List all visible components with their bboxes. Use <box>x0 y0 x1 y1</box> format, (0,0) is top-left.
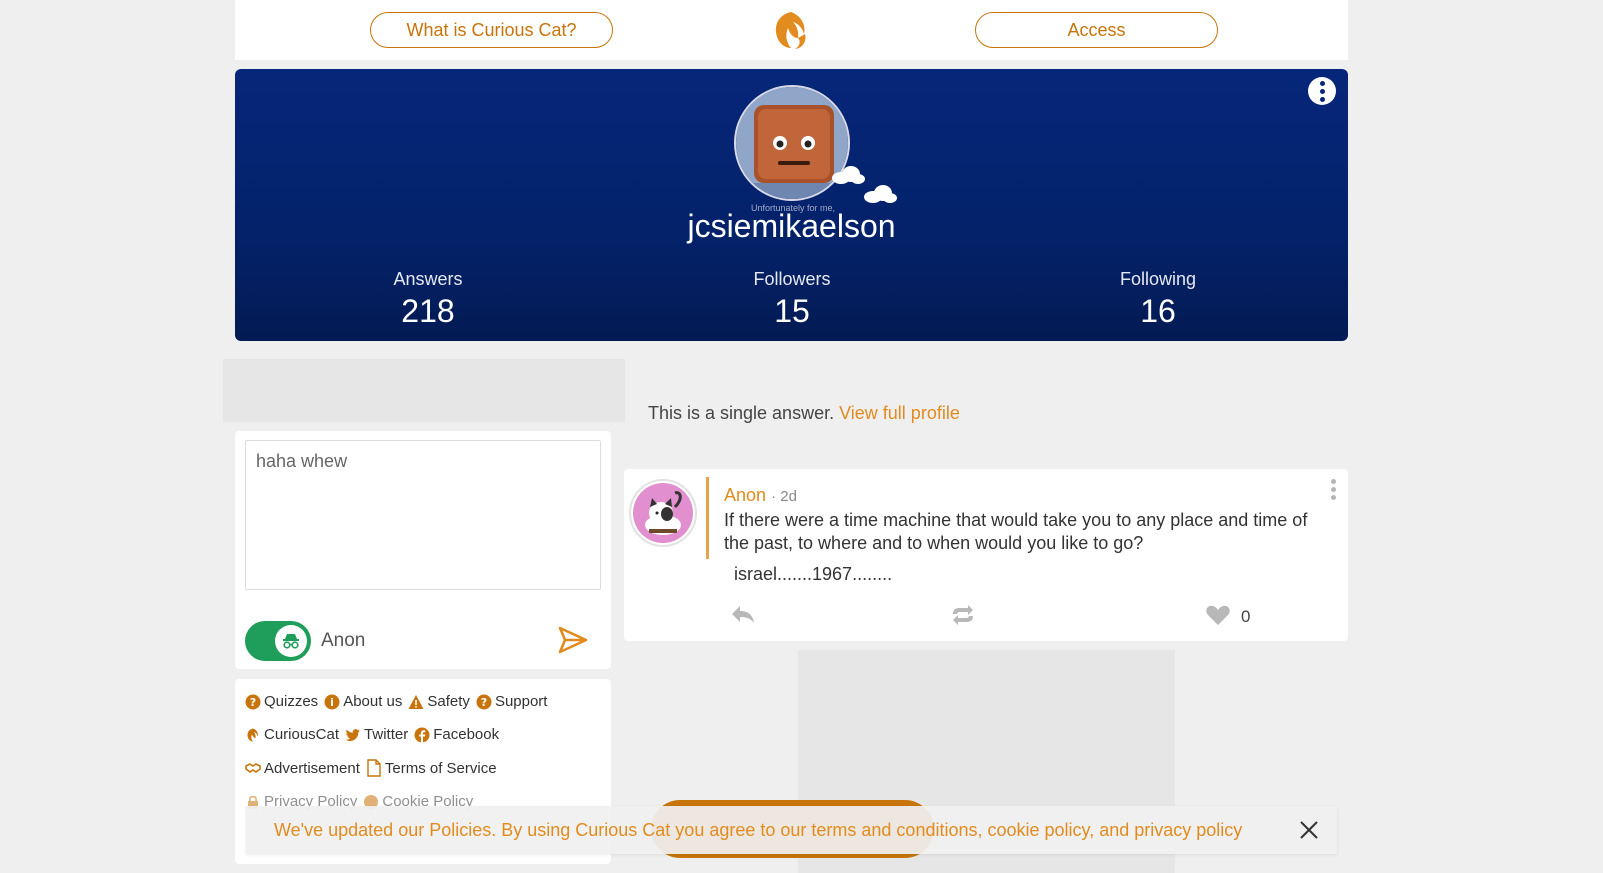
profile-header: Unfortunately for me, jcsiemikaelson Ans… <box>235 69 1348 341</box>
svg-text:i: i <box>330 696 334 709</box>
asker-name[interactable]: Anon <box>724 485 766 505</box>
handshake-icon <box>245 763 261 773</box>
anon-label: Anon <box>321 630 366 651</box>
stat-following[interactable]: Following 16 <box>1058 269 1258 330</box>
answer-card: Anon · 2d If there were a time machine t… <box>624 469 1348 641</box>
question-divider <box>706 477 709 559</box>
incognito-icon <box>275 625 307 657</box>
stat-label: Followers <box>753 269 831 289</box>
support-link[interactable]: ? Support <box>476 693 547 710</box>
stat-answers[interactable]: Answers 218 <box>328 269 528 330</box>
twitter-icon <box>345 728 361 741</box>
single-answer-text: This is a single answer. <box>648 403 835 423</box>
svg-text:?: ? <box>250 696 256 709</box>
stat-value: 218 <box>401 293 455 329</box>
about-us-link[interactable]: i About us <box>324 693 402 710</box>
warning-icon <box>408 694 424 709</box>
ad-placeholder <box>223 359 625 422</box>
stat-value: 16 <box>1140 293 1176 329</box>
repost-icon[interactable] <box>950 604 976 626</box>
policy-banner-text: We've updated our Policies. By using Cur… <box>274 819 1243 840</box>
like-count: 0 <box>1241 607 1251 626</box>
single-answer-note: This is a single answer. View full profi… <box>648 403 960 424</box>
reply-icon[interactable] <box>730 604 756 626</box>
stat-value: 15 <box>774 293 810 329</box>
cloud-decoration <box>864 185 897 203</box>
facebook-icon <box>414 727 430 743</box>
profile-more-icon[interactable] <box>1308 77 1336 105</box>
document-icon <box>367 759 381 777</box>
cloud-decoration <box>832 166 865 184</box>
curiouscat-logo-icon <box>247 727 258 742</box>
stat-label: Answers <box>393 269 463 289</box>
policy-banner: We've updated our Policies. By using Cur… <box>246 806 1337 854</box>
twitter-link[interactable]: Twitter <box>345 726 408 743</box>
svg-text:?: ? <box>481 696 487 709</box>
post-more-icon[interactable] <box>1331 479 1336 500</box>
safety-link[interactable]: Safety <box>408 693 470 710</box>
terms-of-service-link[interactable]: Terms of Service <box>366 759 497 777</box>
links-row: Advertisement Terms of Service <box>245 759 601 777</box>
question-circle-icon: ? <box>245 694 261 709</box>
advertisement-link[interactable]: Advertisement <box>245 760 360 777</box>
asker-line: Anon · 2d <box>724 485 797 505</box>
heart-icon[interactable] <box>1205 604 1231 626</box>
close-icon[interactable] <box>1299 820 1319 840</box>
ask-question-card: haha whew Anon <box>235 431 611 669</box>
anon-cat-avatar <box>633 483 693 543</box>
quizzes-link[interactable]: ? Quizzes <box>245 693 318 710</box>
info-circle-icon: i <box>324 694 340 709</box>
curiouscat-link[interactable]: CuriousCat <box>245 726 339 743</box>
profile-username: jcsiemikaelson <box>687 208 896 244</box>
stat-followers[interactable]: Followers 15 <box>692 269 892 330</box>
what-is-curious-cat-button[interactable]: What is Curious Cat? <box>370 12 613 48</box>
access-button[interactable]: Access <box>975 12 1218 48</box>
question-input[interactable]: haha whew <box>245 440 601 590</box>
send-icon[interactable] <box>557 624 589 656</box>
links-row: CuriousCat Twitter Facebook <box>245 726 601 743</box>
stat-label: Following <box>1119 269 1197 289</box>
question-text: If there were a time machine that would … <box>724 510 1308 553</box>
question-circle-icon: ? <box>476 694 492 709</box>
curiouscat-logo-icon[interactable] <box>771 8 811 52</box>
post-time: 2d <box>780 488 797 505</box>
links-row: ? Quizzes i About us Safety ? Support <box>245 693 601 710</box>
facebook-link[interactable]: Facebook <box>414 726 499 743</box>
answer-text: israel.......1967........ <box>734 564 893 584</box>
top-bar: What is Curious Cat? Access <box>235 0 1348 60</box>
view-full-profile-link[interactable]: View full profile <box>839 403 960 423</box>
anon-toggle[interactable] <box>245 621 311 661</box>
asker-avatar[interactable] <box>629 479 697 547</box>
